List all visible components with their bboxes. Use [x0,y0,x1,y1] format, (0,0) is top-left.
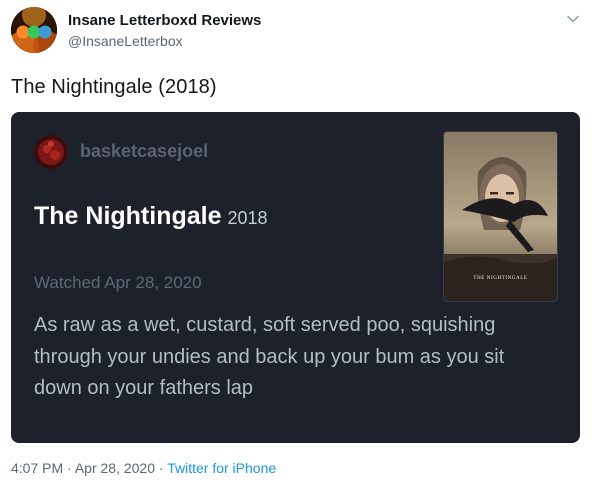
review-card[interactable]: basketcasejoel The Nightingale 2018 Watch… [11,112,580,443]
tweet-date[interactable]: Apr 28, 2020 [75,460,155,476]
watched-date: Watched Apr 28, 2020 [34,273,202,292]
tweet-meta: 4:07 PM · Apr 28, 2020 · Twitter for iPh… [11,460,276,476]
tweet-source-link[interactable]: Twitter for iPhone [167,460,276,476]
review-text: As raw as a wet, custard, soft served po… [34,314,505,399]
meta-separator: · [158,460,164,476]
reviewer-username[interactable]: basketcasejoel [80,141,208,162]
chevron-down-icon[interactable] [566,12,580,26]
film-year[interactable]: 2018 [228,208,268,228]
film-title-text[interactable]: The Nightingale [34,202,222,230]
author-display-name[interactable]: Insane Letterboxd Reviews [68,12,261,29]
profile-avatar[interactable] [11,7,57,53]
meta-separator: · [67,460,72,476]
tweet-text: The Nightingale (2018) [11,76,217,98]
film-poster[interactable]: THE NIGHTINGALE [444,132,557,301]
poster-caption: THE NIGHTINGALE [473,276,528,281]
reviewer-avatar[interactable] [34,135,68,169]
tweet: Insane Letterboxd Reviews @InsaneLetterb… [0,0,600,488]
tweet-time[interactable]: 4:07 PM [11,460,63,476]
author-handle[interactable]: @InsaneLetterbox [68,33,183,49]
film-title[interactable]: The Nightingale 2018 [34,202,268,231]
